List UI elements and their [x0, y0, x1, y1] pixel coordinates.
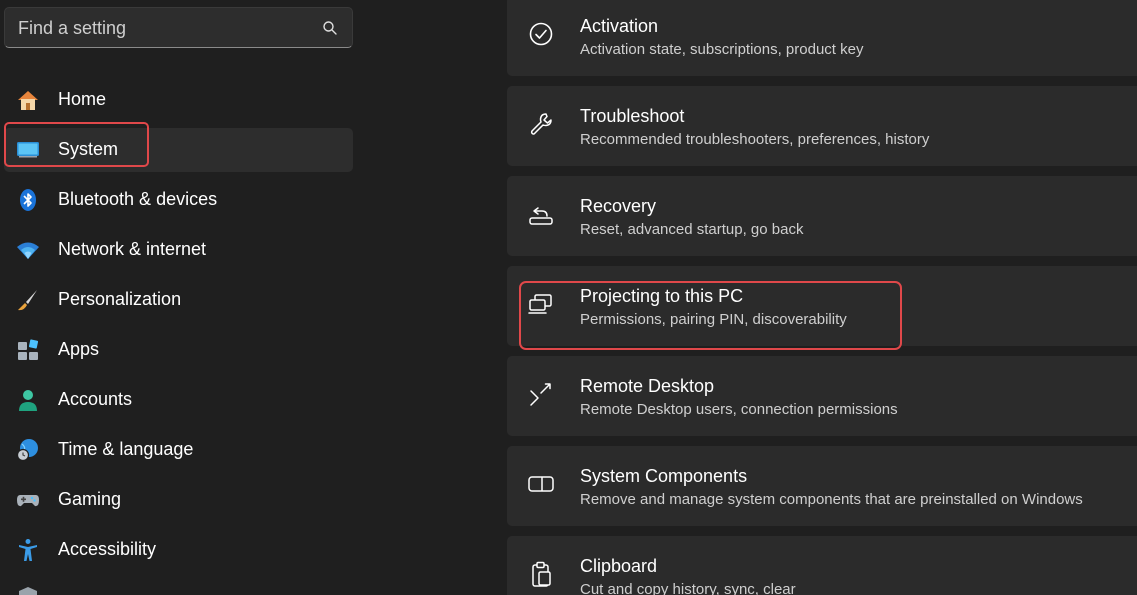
- card-subtitle: Recommended troubleshooters, preferences…: [580, 131, 930, 148]
- sidebar-item-label: Time & language: [58, 439, 194, 459]
- sidebar-item-label: Bluetooth & devices: [58, 189, 218, 209]
- card-title: Troubleshoot: [580, 106, 685, 126]
- sidebar-item-label: Apps: [58, 339, 100, 359]
- card-subtitle: Cut and copy history, sync, clear: [580, 581, 796, 595]
- person-icon: [19, 390, 37, 411]
- search-icon[interactable]: [322, 20, 338, 36]
- sidebar-item-label: Network & internet: [58, 239, 207, 259]
- card-title: Activation: [580, 16, 659, 36]
- card-subtitle: Reset, advanced startup, go back: [580, 221, 804, 238]
- sidebar-item-personalization[interactable]: Personalization: [4, 278, 353, 322]
- accessibility-icon: [19, 539, 37, 561]
- search-placeholder: Find a setting: [18, 18, 127, 38]
- sidebar-item-apps[interactable]: Apps: [4, 328, 353, 372]
- sidebar-item-accounts[interactable]: Accounts: [4, 378, 353, 422]
- highlight-box-projecting: [519, 281, 902, 350]
- sidebar-item-label: Accounts: [58, 389, 133, 409]
- sidebar: Find a setting Home System Bluetooth & d…: [0, 0, 360, 595]
- card-title: Recovery: [580, 196, 657, 216]
- card-clipboard[interactable]: Clipboard Cut and copy history, sync, cl…: [507, 536, 1137, 595]
- bluetooth-icon: [20, 189, 36, 211]
- home-icon: [18, 91, 38, 110]
- card-troubleshoot[interactable]: Troubleshoot Recommended troubleshooters…: [507, 86, 1137, 166]
- paintbrush-icon: [18, 290, 37, 311]
- sidebar-item-partial[interactable]: [4, 578, 353, 595]
- card-activation[interactable]: Activation Activation state, subscriptio…: [507, 0, 1137, 76]
- check-circle-icon: [529, 22, 553, 46]
- card-subtitle: Remove and manage system components that…: [580, 491, 1083, 508]
- remote-desktop-icon: [530, 383, 551, 406]
- apps-icon: [18, 339, 39, 360]
- gamepad-icon: [17, 495, 39, 507]
- card-title: Clipboard: [580, 556, 658, 576]
- card-subtitle: Activation state, subscriptions, product…: [580, 41, 864, 58]
- sidebar-item-network[interactable]: Network & internet: [4, 228, 353, 272]
- card-recovery[interactable]: Recovery Reset, advanced startup, go bac…: [507, 176, 1137, 256]
- sidebar-item-bluetooth[interactable]: Bluetooth & devices: [4, 178, 353, 222]
- highlight-box-system: [4, 122, 149, 167]
- sidebar-item-gaming[interactable]: Gaming: [4, 478, 353, 522]
- shield-icon: [19, 587, 37, 595]
- sidebar-item-label: Personalization: [58, 289, 182, 309]
- card-remote-desktop[interactable]: Remote Desktop Remote Desktop users, con…: [507, 356, 1137, 436]
- sidebar-item-label: Home: [58, 89, 107, 109]
- wifi-icon: [17, 242, 39, 259]
- sidebar-item-label: Accessibility: [58, 539, 157, 559]
- search-input[interactable]: Find a setting: [4, 7, 353, 48]
- sidebar-item-home[interactable]: Home: [4, 78, 353, 122]
- recovery-icon: [529, 207, 553, 225]
- sidebar-item-label: Gaming: [58, 489, 122, 509]
- card-system-components[interactable]: System Components Remove and manage syst…: [507, 446, 1137, 526]
- card-title: Remote Desktop: [580, 376, 715, 396]
- wrench-icon: [530, 113, 552, 135]
- globe-clock-icon: [16, 439, 38, 462]
- card-subtitle: Remote Desktop users, connection permiss…: [580, 401, 898, 418]
- system-components-icon: [528, 476, 554, 492]
- card-title: System Components: [580, 466, 748, 486]
- sidebar-item-accessibility[interactable]: Accessibility: [4, 528, 353, 572]
- clipboard-icon: [532, 561, 551, 587]
- sidebar-item-time-language[interactable]: Time & language: [4, 428, 353, 472]
